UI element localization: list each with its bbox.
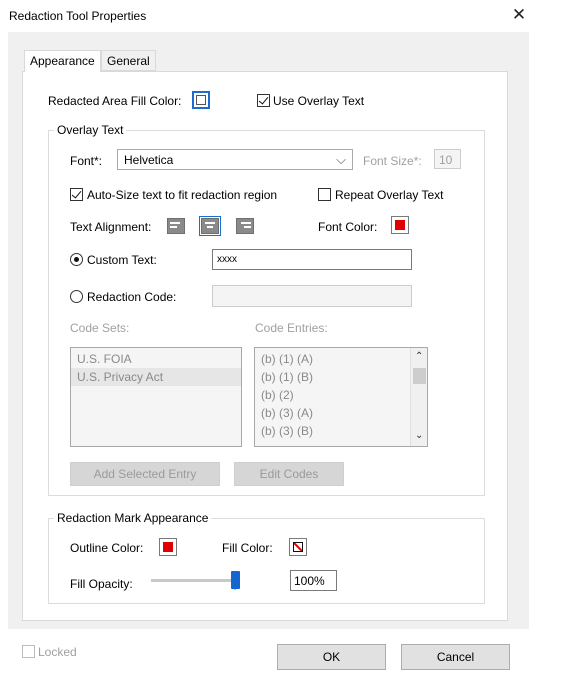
fill-color-none-swatch[interactable]	[289, 538, 307, 556]
fill-color-label-mark: Fill Color:	[222, 541, 273, 555]
font-select[interactable]: Helvetica ⌵	[117, 149, 353, 170]
code-sets-label: Code Sets:	[70, 321, 130, 335]
tab-appearance[interactable]: Appearance	[24, 50, 101, 72]
code-entries-label: Code Entries:	[255, 321, 328, 335]
locked-label: Locked	[38, 645, 77, 659]
use-overlay-checkbox[interactable]	[257, 94, 270, 107]
cancel-button[interactable]: Cancel	[401, 644, 510, 670]
redaction-code-input[interactable]	[212, 285, 412, 307]
locked-checkbox[interactable]	[22, 645, 35, 658]
custom-text-radio[interactable]	[70, 253, 83, 266]
opacity-input[interactable]: 100%	[290, 570, 337, 591]
scrollbar-thumb[interactable]	[413, 368, 426, 384]
redaction-code-radio[interactable]	[70, 290, 83, 303]
add-selected-entry-button[interactable]: Add Selected Entry	[70, 462, 220, 486]
fill-color-preview	[196, 95, 206, 105]
edit-codes-button[interactable]: Edit Codes	[234, 462, 344, 486]
align-right-button[interactable]	[236, 218, 254, 234]
mark-appearance-legend: Redaction Mark Appearance	[54, 511, 212, 525]
fill-color-swatch[interactable]	[192, 91, 210, 109]
overlay-text-legend: Overlay Text	[54, 123, 127, 137]
fill-color-label: Redacted Area Fill Color:	[48, 94, 182, 108]
font-size-label: Font Size*:	[363, 154, 422, 168]
list-item[interactable]: U.S. Privacy Act	[71, 368, 241, 386]
font-value: Helvetica	[124, 153, 174, 167]
list-item[interactable]: U.S. FOIA	[71, 350, 241, 368]
font-color-label: Font Color:	[318, 220, 378, 234]
autosize-label: Auto-Size text to fit redaction region	[87, 188, 278, 202]
redaction-code-label: Redaction Code:	[87, 290, 177, 304]
list-item[interactable]: (b) (3) (B)	[255, 422, 427, 440]
align-left-button[interactable]	[167, 218, 185, 234]
font-size-value: 10	[439, 153, 453, 167]
dialog-title: Redaction Tool Properties	[9, 9, 147, 23]
chevron-down-icon: ⌵	[336, 152, 346, 167]
align-center-button[interactable]	[199, 216, 221, 236]
outline-color-preview	[163, 542, 173, 552]
list-item[interactable]: (b) (3) (A)	[255, 404, 427, 422]
outline-color-swatch[interactable]	[159, 538, 177, 556]
alignment-label: Text Alignment:	[70, 220, 152, 234]
chevron-down-icon[interactable]: ⌄	[415, 430, 423, 441]
repeat-overlay-label: Repeat Overlay Text	[335, 188, 444, 202]
font-color-preview	[395, 220, 405, 230]
ok-button[interactable]: OK	[277, 644, 386, 670]
font-color-swatch[interactable]	[391, 216, 409, 234]
font-size-input[interactable]: 10	[434, 149, 461, 169]
outline-color-label: Outline Color:	[70, 541, 144, 555]
tab-general[interactable]: General	[101, 50, 156, 71]
autosize-checkbox[interactable]	[70, 188, 83, 201]
use-overlay-label: Use Overlay Text	[273, 94, 365, 108]
custom-text-label: Custom Text:	[87, 253, 157, 267]
custom-text-input[interactable]: xxxx	[212, 249, 412, 270]
code-entries-list[interactable]: (b) (1) (A) (b) (1) (B) (b) (2) (b) (3) …	[254, 347, 428, 447]
close-icon[interactable]: ✕	[509, 5, 529, 25]
list-item[interactable]: (b) (1) (A)	[255, 350, 427, 368]
code-entries-scrollbar[interactable]: ⌃ ⌄	[410, 348, 427, 446]
repeat-overlay-checkbox[interactable]	[318, 188, 331, 201]
mark-appearance-group	[48, 518, 485, 604]
no-fill-icon	[293, 542, 303, 552]
opacity-slider-thumb[interactable]	[231, 571, 240, 590]
chevron-up-icon[interactable]: ⌃	[415, 351, 423, 362]
list-item[interactable]: (b) (2)	[255, 386, 427, 404]
opacity-slider-track[interactable]	[151, 579, 237, 582]
opacity-value: 100%	[294, 574, 325, 588]
font-label: Font*:	[70, 154, 103, 168]
fill-opacity-label: Fill Opacity:	[70, 577, 133, 591]
custom-text-value: xxxx	[217, 254, 237, 265]
code-sets-list[interactable]: U.S. FOIA U.S. Privacy Act	[70, 347, 242, 447]
list-item[interactable]: (b) (1) (B)	[255, 368, 427, 386]
